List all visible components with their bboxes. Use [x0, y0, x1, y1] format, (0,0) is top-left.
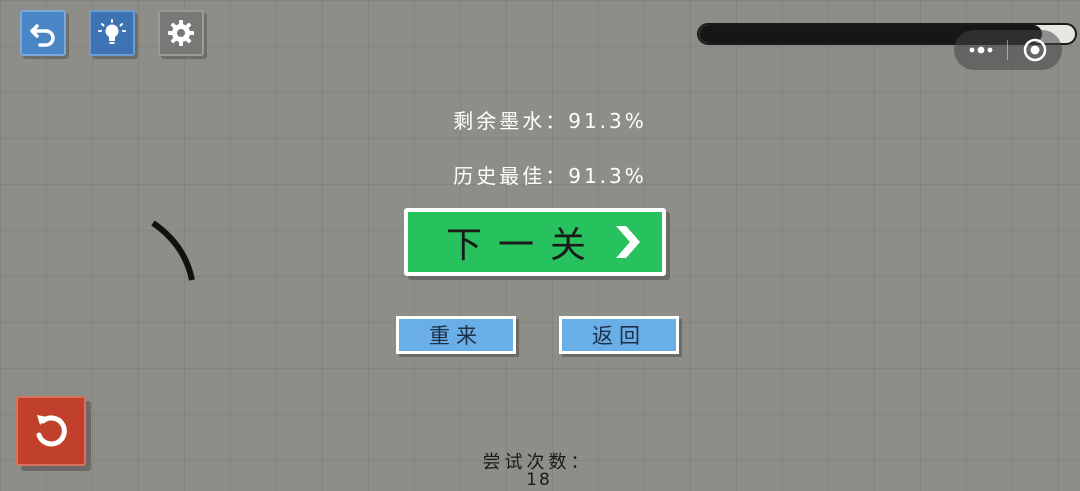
settings-button[interactable]: [158, 10, 204, 56]
return-label: 返回: [592, 324, 646, 348]
lightbulb-icon: [98, 19, 126, 44]
next-level-button[interactable]: 下一关: [404, 208, 666, 276]
return-button[interactable]: 返回: [559, 316, 679, 354]
close-button[interactable]: [1008, 38, 1062, 62]
attempt-count-value: 18: [526, 470, 552, 490]
drawn-ink-stroke: [151, 220, 195, 281]
more-dots-icon: [969, 46, 992, 54]
retry-label: 重来: [429, 324, 483, 348]
retry-button[interactable]: 重来: [396, 316, 516, 354]
remaining-ink-text: 剩余墨水：91.3%: [453, 109, 647, 133]
back-button[interactable]: [20, 10, 66, 56]
target-close-icon: [1023, 38, 1047, 62]
chevron-right-icon: [616, 226, 640, 258]
more-button[interactable]: [954, 45, 1007, 55]
gear-icon: [168, 20, 194, 46]
best-record-text: 历史最佳：91.3%: [453, 164, 647, 188]
hint-button[interactable]: [89, 10, 135, 56]
restart-icon: [36, 415, 67, 447]
undo-arrow-icon: [30, 24, 55, 47]
miniprogram-capsule: [954, 30, 1062, 70]
next-level-label: 下一关: [445, 225, 602, 266]
